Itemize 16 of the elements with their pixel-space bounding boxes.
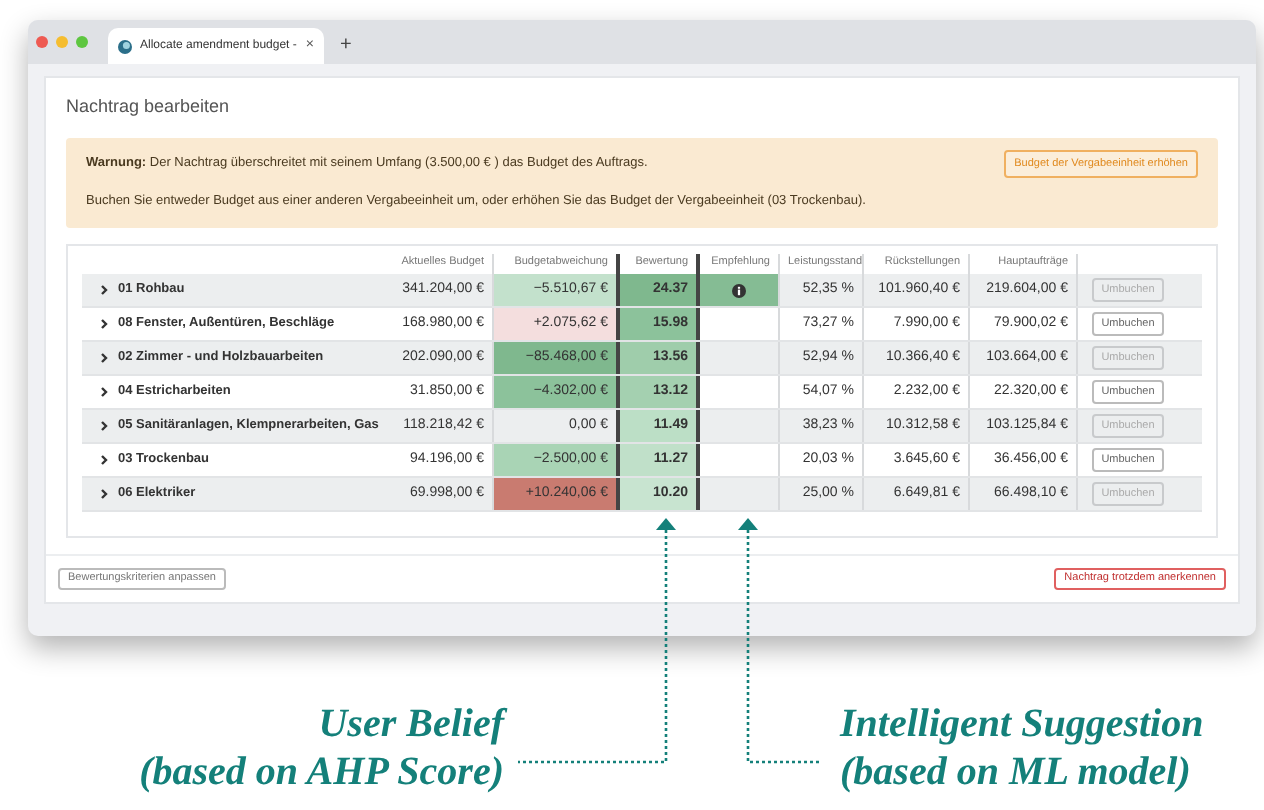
chevron-icon[interactable] [100, 386, 108, 398]
annotation-subtitle: (based on AHP Score) [139, 748, 504, 796]
chevron-icon[interactable] [100, 488, 108, 500]
site-logo-icon [118, 39, 132, 53]
page-title: Nachtrag bearbeiten [66, 94, 232, 120]
close-window-icon[interactable] [36, 36, 48, 48]
annotation-title: User Belief [318, 700, 504, 748]
chevron-icon[interactable] [100, 352, 108, 364]
annotation-subtitle: (based on ML model) [840, 748, 1191, 796]
chevron-icon[interactable] [100, 284, 108, 296]
chevron-icon[interactable] [100, 420, 108, 432]
info-icon [732, 283, 746, 297]
new-tab-button[interactable]: + [340, 30, 352, 60]
chevron-icon[interactable] [100, 318, 108, 330]
chevron-icon[interactable] [100, 454, 108, 466]
annotation-title: Intelligent Suggestion [840, 700, 1204, 748]
